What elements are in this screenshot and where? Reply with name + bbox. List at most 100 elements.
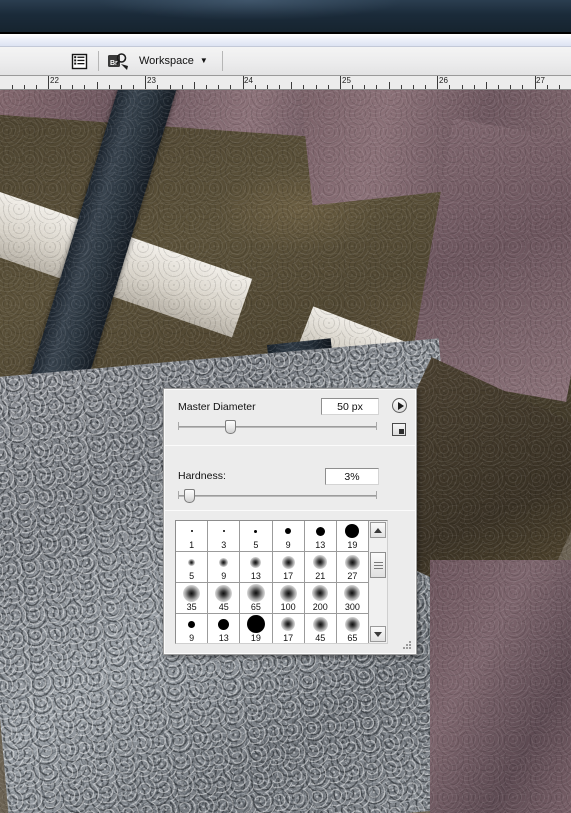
brush-preset-cell[interactable]: 13 <box>208 614 241 643</box>
brush-size-label: 45 <box>315 633 326 643</box>
ruler-unit-label: 27 <box>536 76 545 85</box>
scroll-down-glyph <box>374 631 382 637</box>
brush-preset-cell[interactable]: 300 <box>336 583 369 614</box>
adobe-bridge-icon[interactable]: Br <box>105 49 131 73</box>
brush-preset-cell[interactable]: 21 <box>304 552 337 583</box>
panel-divider-2 <box>165 510 415 511</box>
ruler-minor-tick <box>97 82 98 89</box>
scroll-up-glyph <box>374 527 382 533</box>
hardness-slider-thumb[interactable] <box>183 489 195 503</box>
brush-thumbnail <box>240 521 271 541</box>
brush-thumbnail <box>176 552 207 572</box>
brush-size-label: 9 <box>285 540 291 550</box>
brush-preset-cell[interactable]: 27 <box>336 552 369 583</box>
diameter-slider-thumb[interactable] <box>225 420 236 434</box>
brush-preset-cell[interactable]: 9 <box>272 521 305 552</box>
hardness-slider[interactable] <box>178 489 377 503</box>
palette-list-icon[interactable] <box>66 49 92 73</box>
brush-preset-cell[interactable]: 19 <box>240 614 273 643</box>
scroll-up-arrow-icon[interactable] <box>370 522 386 538</box>
thumb-grip-line <box>373 561 383 563</box>
brush-preset-cell[interactable]: 9 <box>208 552 241 583</box>
brush-preset-cell[interactable]: 5 <box>240 521 273 552</box>
brush-size-label: 300 <box>344 602 360 612</box>
brush-thumbnail <box>240 614 271 634</box>
brush-preset-cell[interactable]: 19 <box>336 521 369 552</box>
brush-preset-picker-panel[interactable]: Master Diameter 50 px Hardness: 3% 13591… <box>163 388 417 655</box>
brush-list-scrollbar[interactable] <box>368 521 387 643</box>
ruler-minor-tick <box>401 85 402 89</box>
new-brush-preset-icon[interactable] <box>392 423 406 436</box>
soft-round-brush-icon <box>183 584 201 602</box>
soft-round-brush-icon <box>312 585 329 601</box>
brush-thumbnail <box>273 552 304 572</box>
ruler-unit-label: 22 <box>50 76 59 85</box>
ruler-minor-tick <box>486 82 487 89</box>
brush-size-label: 21 <box>315 571 326 581</box>
soft-round-brush-icon <box>215 584 233 602</box>
brush-preset-cell[interactable]: 17 <box>272 614 305 643</box>
brush-preset-cell[interactable]: 100 <box>272 583 305 614</box>
ruler-minor-tick <box>121 85 122 89</box>
brush-size-label: 1 <box>189 540 195 550</box>
scroll-down-arrow-icon[interactable] <box>370 626 386 642</box>
brush-thumbnail <box>305 614 336 634</box>
hardness-slider-track <box>178 495 377 497</box>
brush-thumbnail <box>273 614 304 634</box>
hard-round-brush-icon <box>188 620 196 628</box>
brush-preset-cell[interactable]: 3 <box>208 521 241 552</box>
brush-grid[interactable]: 1 3 5 9 13 19 5 9 13 17 21 27 35 45 65 100 200 300 9 13 19 17… <box>176 521 369 643</box>
workspace-label: Workspace <box>139 55 194 67</box>
brush-preset-cell[interactable]: 200 <box>304 583 337 614</box>
brush-preset-list[interactable]: 1 3 5 9 13 19 5 9 13 17 21 27 35 45 65 100 200 300 9 13 19 17… <box>175 520 388 644</box>
ruler-minor-tick <box>316 85 317 89</box>
brush-preset-cell[interactable]: 45 <box>304 614 337 643</box>
ruler-minor-tick <box>279 85 280 89</box>
brush-thumbnail <box>337 552 368 572</box>
ruler-unit-label: 25 <box>342 76 351 85</box>
brush-preset-cell[interactable]: 65 <box>336 614 369 643</box>
scrollbar-thumb[interactable] <box>370 552 386 579</box>
brush-thumbnail <box>337 583 368 603</box>
brush-preset-cell[interactable]: 35 <box>176 583 209 614</box>
brush-preset-cell[interactable]: 13 <box>304 521 337 552</box>
hardness-input[interactable]: 3% <box>325 468 379 485</box>
hard-round-brush-icon <box>315 526 325 536</box>
brush-preset-cell[interactable]: 65 <box>240 583 273 614</box>
brush-size-label: 5 <box>189 571 195 581</box>
menu-bar-strip[interactable] <box>0 34 571 47</box>
panel-menu-triangle-icon[interactable] <box>392 398 407 413</box>
options-toolbar: Br Workspace ▼ <box>0 47 571 76</box>
horizontal-ruler[interactable]: 22 23 24 25 26 27 <box>0 76 571 90</box>
ruler-minor-tick <box>206 85 207 89</box>
brush-size-label: 17 <box>283 571 294 581</box>
hard-round-brush-icon <box>190 530 193 532</box>
brush-preset-cell[interactable]: 1 <box>176 521 209 552</box>
grip-dot <box>409 641 411 643</box>
ruler-minor-tick <box>364 85 365 89</box>
window-title-bar <box>0 0 571 33</box>
brush-preset-cell[interactable]: 17 <box>272 552 305 583</box>
brush-preset-cell[interactable]: 5 <box>176 552 209 583</box>
thumb-grip-line <box>373 564 383 566</box>
thumb-grip-line <box>373 567 383 569</box>
brush-preset-cell[interactable]: 13 <box>240 552 273 583</box>
soft-round-brush-icon <box>312 616 328 632</box>
master-diameter-slider[interactable] <box>178 420 377 434</box>
menu-triangle-glyph <box>397 401 404 410</box>
brush-preset-cell[interactable]: 9 <box>176 614 209 643</box>
ruler-minor-tick <box>194 82 195 89</box>
chevron-down-icon: ▼ <box>199 56 208 65</box>
ruler-minor-tick <box>425 85 426 89</box>
ruler-minor-tick <box>255 85 256 89</box>
ruler-minor-tick <box>498 85 499 89</box>
brush-size-label: 19 <box>250 633 261 643</box>
workspace-menu-button[interactable]: Workspace ▼ <box>131 50 216 72</box>
brush-preset-cell[interactable]: 45 <box>208 583 241 614</box>
brush-thumbnail <box>240 583 271 603</box>
resize-grip-icon[interactable] <box>403 641 412 650</box>
brush-thumbnail <box>273 521 304 541</box>
hard-round-brush-icon <box>218 618 230 630</box>
diameter-track-cap-left <box>178 422 179 430</box>
master-diameter-input[interactable]: 50 px <box>321 398 379 415</box>
